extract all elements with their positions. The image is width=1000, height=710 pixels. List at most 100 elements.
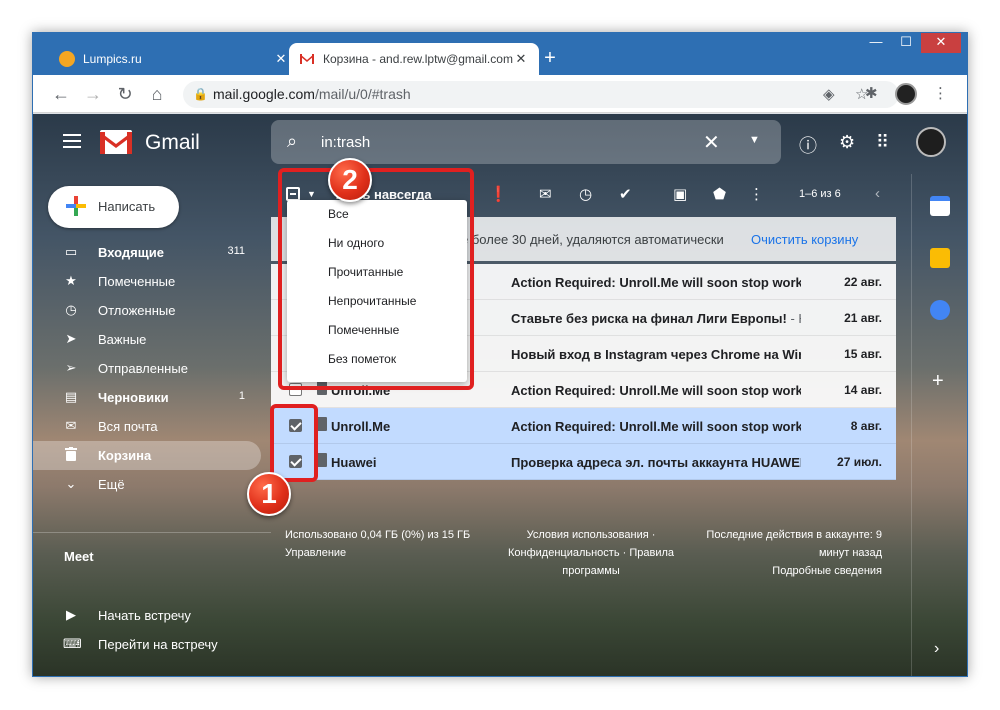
trash-notice-text: е более 30 дней, удаляются автоматически: [461, 232, 724, 247]
tab-close-icon[interactable]: ✕: [513, 51, 529, 67]
mark-read-icon[interactable]: ✉: [539, 185, 552, 203]
email-subject: Ставьте без риска на финал Лиги Европы! …: [511, 311, 801, 326]
email-subject: Action Required: Unroll.Me will soon sto…: [511, 383, 801, 398]
search-icon[interactable]: ⌕: [287, 131, 297, 152]
chevron-down-icon: ⌄: [65, 476, 77, 491]
sidebar-item-inbox[interactable]: ▭ Входящие 311: [33, 238, 261, 267]
account-avatar[interactable]: [916, 127, 946, 157]
meet-join-meeting[interactable]: ⌨ Перейти на встречу: [33, 632, 261, 658]
profile-avatar[interactable]: [895, 83, 917, 105]
email-row[interactable]: Huawei Проверка адреса эл. почты аккаунт…: [271, 444, 896, 480]
empty-trash-link[interactable]: Очистить корзину: [751, 232, 858, 247]
lock-icon: 🔒: [193, 87, 208, 101]
compose-button[interactable]: Написать: [48, 186, 179, 228]
minimize-icon[interactable]: —: [861, 33, 891, 53]
annotation-highlight-select-menu: [278, 168, 474, 390]
compose-label: Написать: [98, 199, 156, 214]
browser-window: Lumpics.ru ✕ Корзина - and.rew.lptw@gmai…: [32, 32, 968, 677]
add-task-icon[interactable]: ✔: [619, 185, 632, 203]
apps-grid-icon[interactable]: ⠿: [876, 132, 889, 153]
move-to-icon[interactable]: ▣: [673, 185, 687, 203]
email-subject: Action Required: Unroll.Me will soon sto…: [511, 419, 801, 434]
email-date: 15 авг.: [844, 347, 882, 361]
email-subject: Action Required: Unroll.Me will soon sto…: [511, 275, 801, 290]
tasks-icon[interactable]: [930, 300, 950, 320]
terms-link[interactable]: Условия использования ·: [491, 526, 691, 544]
clear-search-icon[interactable]: ✕: [703, 130, 720, 155]
account-activity: Последние действия в аккаунте: 9 минут н…: [682, 526, 882, 580]
program-policies-link[interactable]: программы: [491, 562, 691, 580]
install-app-icon[interactable]: ◈: [823, 85, 835, 103]
sidebar-item-more[interactable]: ⌄ Ещё: [33, 470, 261, 499]
all-mail-icon: ✉: [65, 418, 77, 433]
sidebar-item-label: Черновики: [98, 390, 169, 405]
email-date: 21 авг.: [844, 311, 882, 325]
paging-info: 1–6 из 6: [799, 188, 841, 200]
report-spam-icon[interactable]: ❗: [489, 185, 508, 203]
clock-icon: ◷: [65, 302, 77, 317]
window-controls: — ☐ ✕: [861, 33, 961, 53]
sidebar-item-label: Вся почта: [98, 419, 158, 434]
storage-usage: Использовано 0,04 ГБ (0%) из 15 ГБ: [285, 529, 471, 541]
video-camera-icon: ▶: [66, 607, 76, 622]
more-actions-icon[interactable]: ⋮: [749, 185, 764, 203]
email-sender: Huawei: [331, 455, 377, 470]
browser-menu-icon[interactable]: ⋮: [933, 84, 948, 102]
sidebar-item-starred[interactable]: ★ Помеченные: [33, 267, 261, 296]
reload-icon[interactable]: ↻: [115, 84, 135, 104]
calendar-icon[interactable]: [930, 196, 950, 216]
keep-icon[interactable]: [930, 248, 950, 268]
main-menu-icon[interactable]: [63, 134, 81, 152]
help-icon[interactable]: ⓘ: [799, 132, 817, 158]
email-subject: Новый вход в Instagram через Chrome на W…: [511, 347, 801, 362]
window-close-icon[interactable]: ✕: [921, 33, 961, 53]
tab-title: Корзина - and.rew.lptw@gmail.com: [323, 52, 513, 66]
sidebar-divider: [33, 532, 271, 533]
address-bar[interactable]: 🔒 mail.google.com/mail/u/0/#trash ◈ ☆: [183, 81, 899, 108]
forward-icon[interactable]: →: [83, 84, 103, 104]
prev-page-icon[interactable]: ‹: [875, 185, 880, 202]
compose-plus-icon: [66, 196, 86, 216]
email-date: 14 авг.: [844, 383, 882, 397]
back-icon[interactable]: ←: [51, 84, 71, 104]
sidebar-item-trash[interactable]: Корзина: [33, 441, 261, 470]
email-row[interactable]: Unroll.Me Action Required: Unroll.Me wil…: [271, 408, 896, 444]
search-input[interactable]: in:trash: [321, 134, 370, 151]
sidebar-item-label: Корзина: [98, 448, 152, 463]
activity-details-link[interactable]: Подробные сведения: [682, 562, 882, 580]
meet-item-label: Начать встречу: [98, 608, 191, 623]
get-addons-icon[interactable]: +: [932, 370, 944, 393]
sidebar-item-label: Отправленные: [98, 361, 188, 376]
gmail-logo-icon: [100, 130, 132, 154]
snooze-icon[interactable]: ◷: [579, 185, 592, 203]
tab-gmail-trash[interactable]: Корзина - and.rew.lptw@gmail.com ✕: [289, 43, 539, 75]
sidebar-item-snoozed[interactable]: ◷ Отложенные: [33, 296, 261, 325]
tab-close-icon[interactable]: ✕: [273, 51, 289, 67]
gmail-app: Gmail ⌕ in:trash ✕ ▼ ⓘ ⚙ ⠿ Написать ▭ Вх…: [33, 114, 967, 676]
label-icon[interactable]: ⬟: [713, 185, 726, 203]
manage-storage-link[interactable]: Управление: [285, 544, 470, 562]
settings-gear-icon[interactable]: ⚙: [839, 132, 855, 153]
email-date: 27 июл.: [837, 455, 882, 469]
privacy-link[interactable]: Конфиденциальность · Правила: [491, 544, 691, 562]
gmail-favicon-icon: [299, 51, 315, 67]
meet-item-label: Перейти на встречу: [98, 637, 218, 652]
draft-icon: ▤: [64, 389, 78, 404]
tab-lumpics[interactable]: Lumpics.ru ✕: [49, 43, 299, 75]
sidebar-item-important[interactable]: ➤ Важные: [33, 325, 261, 354]
sidebar-item-drafts[interactable]: ▤ Черновики 1: [33, 383, 261, 412]
sidebar-item-sent[interactable]: ➢ Отправленные: [33, 354, 261, 383]
browser-toolbar: ← → ↻ ⌂ 🔒 mail.google.com/mail/u/0/#tras…: [33, 75, 967, 113]
meet-start-meeting[interactable]: ▶ Начать встречу: [33, 603, 261, 629]
annotation-highlight-checkboxes: [270, 404, 318, 482]
search-options-icon[interactable]: ▼: [749, 134, 760, 146]
sidebar-item-all-mail[interactable]: ✉ Вся почта: [33, 412, 261, 441]
important-icon: ➤: [65, 331, 77, 346]
new-tab-icon[interactable]: +: [538, 47, 562, 71]
maximize-icon[interactable]: ☐: [891, 33, 921, 53]
send-icon: ➢: [65, 360, 77, 375]
home-icon[interactable]: ⌂: [147, 84, 167, 104]
email-date: 8 авг.: [850, 419, 882, 433]
expand-panel-icon[interactable]: ›: [934, 640, 939, 658]
extensions-icon[interactable]: ✱: [865, 84, 878, 102]
